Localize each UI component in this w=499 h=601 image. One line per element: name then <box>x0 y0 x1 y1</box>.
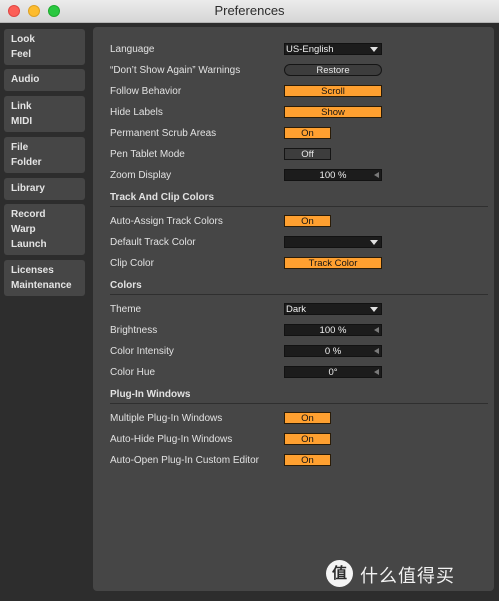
site-watermark: 值 什么值得买 <box>326 560 496 588</box>
tab-file-folder[interactable]: File Folder <box>4 137 85 173</box>
chevron-down-icon <box>370 240 378 245</box>
window-title: Preferences <box>214 3 285 18</box>
color-intensity-value: 0 % <box>324 346 342 357</box>
clip-color-label: Clip Color <box>110 258 154 269</box>
brightness-value: 100 % <box>319 325 347 336</box>
auto-assign-toggle[interactable]: On <box>284 215 331 227</box>
scrub-areas-label: Permanent Scrub Areas <box>110 128 217 139</box>
tab-label-line: File <box>11 142 29 153</box>
tab-link-midi[interactable]: Link MIDI <box>4 96 85 132</box>
tab-label-line: Audio <box>11 74 40 85</box>
triangle-left-icon <box>374 369 379 375</box>
color-hue-field[interactable]: 0° <box>284 366 382 378</box>
zoom-display-field[interactable]: 100 % <box>284 169 382 181</box>
color-intensity-field[interactable]: 0 % <box>284 345 382 357</box>
tab-label-line: Look <box>11 34 35 45</box>
auto-open-editor-toggle[interactable]: On <box>284 454 331 466</box>
divider <box>110 294 488 295</box>
follow-behavior-button[interactable]: Scroll <box>284 85 382 97</box>
watermark-text: 什么值得买 <box>360 566 455 587</box>
auto-hide-plugin-toggle[interactable]: On <box>284 433 331 445</box>
plugin-windows-heading: Plug-In Windows <box>110 389 191 400</box>
restore-warnings-button[interactable]: Restore <box>284 64 382 76</box>
track-colors-heading: Track And Clip Colors <box>110 192 215 203</box>
tab-label-line: MIDI <box>11 116 33 127</box>
tab-label-line: Maintenance <box>11 280 72 291</box>
zoom-display-label: Zoom Display <box>110 170 172 181</box>
tab-label-line: Licenses <box>11 265 54 276</box>
tab-label-line: Library <box>11 183 45 194</box>
zoom-display-value: 100 % <box>319 170 347 181</box>
warnings-label: “Don’t Show Again” Warnings <box>110 65 241 76</box>
chevron-down-icon <box>370 47 378 52</box>
auto-hide-plugin-label: Auto-Hide Plug-In Windows <box>110 434 233 445</box>
color-intensity-label: Color Intensity <box>110 346 174 357</box>
tab-label-line: Link <box>11 101 32 112</box>
multiple-plugin-label: Multiple Plug-In Windows <box>110 413 223 424</box>
pen-tablet-toggle[interactable]: Off <box>284 148 331 160</box>
divider <box>110 403 488 404</box>
theme-dropdown[interactable]: Dark <box>284 303 382 315</box>
language-dropdown[interactable]: US-English <box>284 43 382 55</box>
tab-audio[interactable]: Audio <box>4 69 85 91</box>
tab-library[interactable]: Library <box>4 178 85 200</box>
scrub-areas-toggle[interactable]: On <box>284 127 331 139</box>
tab-label-line: Feel <box>11 49 32 60</box>
settings-panel: Language US-English “Don’t Show Again” W… <box>93 27 494 591</box>
tab-look-feel[interactable]: Look Feel <box>4 29 85 65</box>
multiple-plugin-toggle[interactable]: On <box>284 412 331 424</box>
pen-tablet-label: Pen Tablet Mode <box>110 149 185 160</box>
hide-labels-label: Hide Labels <box>110 107 163 118</box>
sidebar: Look Feel Audio Link MIDI File Folder Li… <box>0 23 90 601</box>
brightness-label: Brightness <box>110 325 158 336</box>
hide-labels-button[interactable]: Show <box>284 106 382 118</box>
tab-label-line: Folder <box>11 157 42 168</box>
brightness-field[interactable]: 100 % <box>284 324 382 336</box>
auto-open-editor-label: Auto-Open Plug-In Custom Editor <box>110 455 259 466</box>
color-hue-value: 0° <box>328 367 338 378</box>
clip-color-button[interactable]: Track Color <box>284 257 382 269</box>
triangle-left-icon <box>374 348 379 354</box>
theme-value: Dark <box>286 304 307 315</box>
title-bar: Preferences <box>0 0 499 23</box>
tab-label-line: Launch <box>11 239 47 250</box>
follow-behavior-label: Follow Behavior <box>110 86 182 97</box>
default-track-color-dropdown[interactable] <box>284 236 382 248</box>
default-track-color-label: Default Track Color <box>110 237 196 248</box>
tab-licenses-maintenance[interactable]: Licenses Maintenance <box>4 260 85 296</box>
tab-label-line: Warp <box>11 224 36 235</box>
colors-heading: Colors <box>110 280 142 291</box>
chevron-down-icon <box>370 307 378 312</box>
color-hue-label: Color Hue <box>110 367 156 378</box>
tab-record-warp-launch[interactable]: Record Warp Launch <box>4 204 85 255</box>
triangle-left-icon <box>374 327 379 333</box>
preferences-window: Preferences Look Feel Audio Link MIDI Fi… <box>0 0 499 601</box>
tab-label-line: Record <box>11 209 46 220</box>
language-value: US-English <box>286 44 334 55</box>
divider <box>110 206 488 207</box>
triangle-left-icon <box>374 172 379 178</box>
language-label: Language <box>110 44 155 55</box>
watermark-logo: 值 <box>326 560 353 587</box>
theme-label: Theme <box>110 304 142 315</box>
auto-assign-label: Auto-Assign Track Colors <box>110 216 223 227</box>
